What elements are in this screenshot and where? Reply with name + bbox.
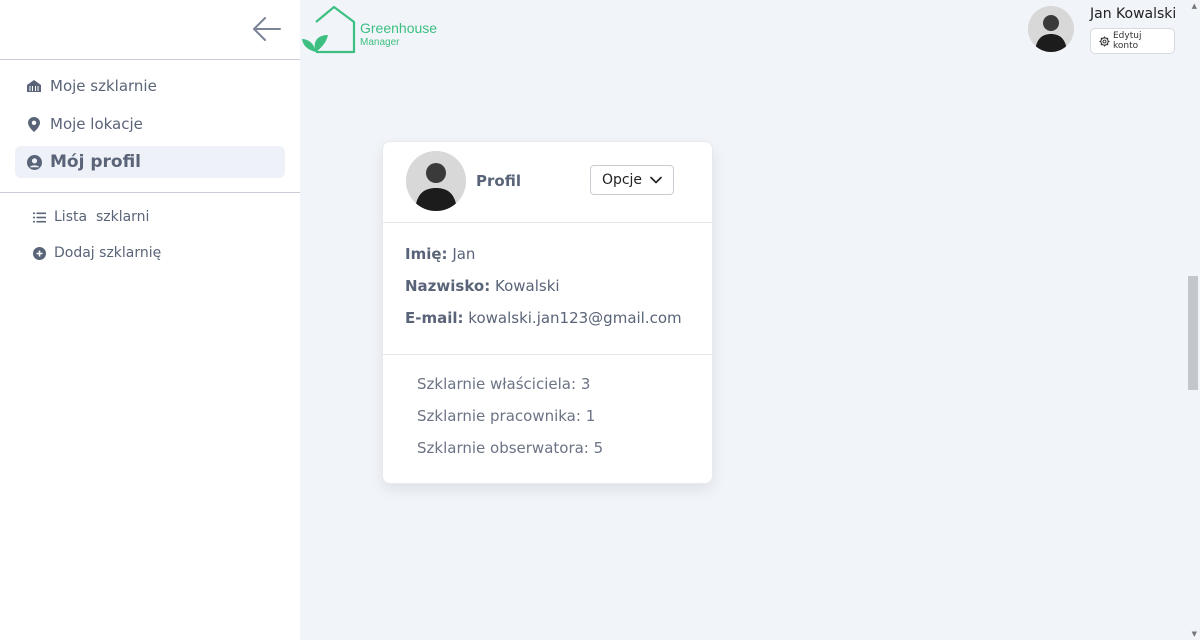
- edit-account-button[interactable]: Edytuj konto: [1090, 28, 1175, 54]
- profile-card-title: Profil: [476, 172, 521, 190]
- last-name-row: Nazwisko: Kowalski: [405, 277, 712, 309]
- plus-circle-icon: [32, 246, 46, 260]
- sub-nav: Lista szklarni Dodaj szklarnię: [0, 193, 300, 265]
- sidebar: Moje szklarnie Moje lokacje Mój profil L…: [0, 0, 300, 640]
- options-dropdown-button[interactable]: Opcje: [590, 165, 674, 195]
- scroll-up-icon[interactable]: ▲: [1192, 2, 1197, 10]
- scroll-down-icon[interactable]: ▼: [1192, 630, 1197, 638]
- stat-label: Szklarnie pracownika:: [417, 407, 581, 425]
- sidebar-item-my-locations[interactable]: Moje lokacje: [15, 108, 285, 140]
- sub-item-label: Dodaj szklarnię: [54, 245, 162, 261]
- list-icon: [32, 210, 46, 224]
- stat-value: 1: [585, 407, 596, 425]
- observer-greenhouses-stat: Szklarnie obserwatora: 5: [417, 439, 712, 471]
- stat-value: 5: [593, 439, 604, 457]
- sidebar-item-my-profile[interactable]: Mój profil: [15, 146, 285, 178]
- stat-label: Szklarnie właściciela:: [417, 375, 577, 393]
- avatar[interactable]: [1028, 6, 1074, 52]
- profile-card-header: Profil Opcje: [383, 142, 712, 223]
- first-name-row: Imię: Jan: [405, 245, 712, 277]
- greenhouse-logo-icon: [302, 5, 356, 54]
- user-circle-icon: [26, 154, 42, 170]
- field-label: Nazwisko:: [405, 277, 491, 295]
- sub-item-label: Lista szklarni: [54, 209, 150, 225]
- stat-label: Szklarnie obserwatora:: [417, 439, 589, 457]
- greenhouse-icon: [26, 78, 42, 94]
- logo-subtitle: Manager: [360, 37, 400, 48]
- chevron-down-icon: [650, 176, 662, 184]
- gear-icon: [1099, 35, 1110, 47]
- owner-greenhouses-stat: Szklarnie właściciela: 3: [417, 375, 712, 407]
- field-label: Imię:: [405, 245, 448, 263]
- back-arrow-icon[interactable]: [252, 14, 282, 44]
- field-value: Jan: [452, 245, 476, 263]
- sidebar-item-label: Mój profil: [50, 152, 142, 172]
- sidebar-item-my-greenhouses[interactable]: Moje szklarnie: [15, 70, 285, 102]
- scrollbar[interactable]: ▲ ▼: [1186, 0, 1200, 640]
- main-nav: Moje szklarnie Moje lokacje Mój profil: [0, 60, 300, 193]
- sidebar-item-label: Moje lokacje: [50, 115, 143, 133]
- sidebar-header: [0, 0, 300, 60]
- edit-account-label: Edytuj konto: [1113, 31, 1142, 51]
- scrollbar-thumb[interactable]: [1188, 276, 1198, 390]
- profile-card: Profil Opcje Imię: Jan Nazwisko: Kowalsk…: [382, 141, 713, 484]
- profile-info: Imię: Jan Nazwisko: Kowalski E-mail: kow…: [383, 223, 712, 355]
- field-label: E-mail:: [405, 309, 464, 327]
- logo-title: Greenhouse: [360, 20, 438, 36]
- email-row: E-mail: kowalski.jan123@gmail.com: [405, 309, 712, 341]
- options-label: Opcje: [601, 172, 643, 188]
- profile-avatar: [406, 151, 466, 211]
- field-value: Kowalski: [495, 277, 560, 295]
- profile-stats: Szklarnie właściciela: 3 Szklarnie praco…: [383, 355, 712, 471]
- sidebar-item-greenhouse-list[interactable]: Lista szklarni: [32, 205, 300, 229]
- location-pin-icon: [26, 116, 42, 132]
- field-value: kowalski.jan123@gmail.com: [468, 309, 682, 327]
- user-area: Jan Kowalski Edytuj konto: [1025, 4, 1177, 56]
- stat-value: 3: [580, 375, 591, 393]
- worker-greenhouses-stat: Szklarnie pracownika: 1: [417, 407, 712, 439]
- user-name: Jan Kowalski: [1090, 6, 1177, 22]
- sidebar-item-label: Moje szklarnie: [50, 77, 157, 95]
- sidebar-item-add-greenhouse[interactable]: Dodaj szklarnię: [32, 241, 300, 265]
- app-logo[interactable]: Greenhouse Manager: [302, 5, 442, 55]
